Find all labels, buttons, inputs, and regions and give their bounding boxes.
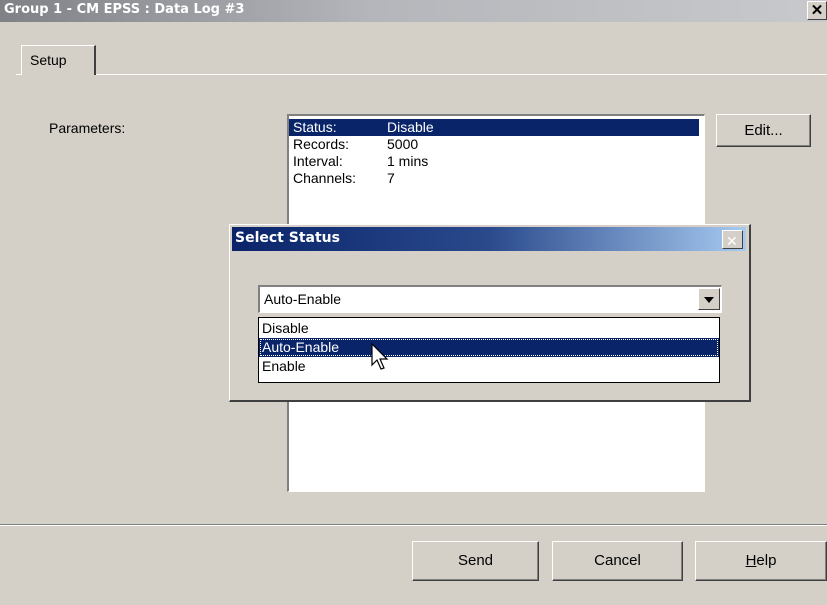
edit-button-label: Edit... xyxy=(744,122,783,139)
status-combobox[interactable]: Auto-Enable xyxy=(258,285,722,313)
close-icon: ✕ xyxy=(726,234,738,250)
status-option-disable[interactable]: Disable xyxy=(259,319,719,338)
status-combobox-value: Auto-Enable xyxy=(264,291,342,307)
param-value: 5000 xyxy=(387,136,419,152)
window-titlebar[interactable]: Group 1 - CM EPSS : Data Log #3 ✕ xyxy=(0,0,827,22)
send-button-label: Send xyxy=(457,552,494,569)
param-value: Disable xyxy=(387,119,434,135)
close-icon: ✕ xyxy=(810,2,824,19)
param-row-records[interactable]: Records: 5000 xyxy=(289,136,699,153)
dialog-titlebar[interactable]: Select Status ✕ xyxy=(232,227,746,251)
window-title: Group 1 - CM EPSS : Data Log #3 xyxy=(4,2,245,17)
help-mnemonic: H xyxy=(745,552,757,569)
footer-separator xyxy=(0,524,827,526)
cancel-button[interactable]: Cancel xyxy=(552,541,683,581)
tab-setup[interactable]: Setup xyxy=(21,45,96,75)
param-key: Interval: xyxy=(293,153,343,169)
param-key: Records: xyxy=(293,136,350,152)
combobox-dropdown-button[interactable] xyxy=(698,288,720,310)
status-option-auto-enable[interactable]: Auto-Enable xyxy=(259,338,719,357)
mouse-pointer-icon xyxy=(371,343,389,370)
parameters-label: Parameters: xyxy=(49,120,126,136)
dialog-close-button[interactable]: ✕ xyxy=(722,230,743,250)
help-button-label: Help xyxy=(745,552,777,569)
help-button[interactable]: Help xyxy=(695,541,827,581)
send-button[interactable]: Send xyxy=(412,541,539,581)
chevron-down-icon xyxy=(704,297,714,303)
edit-button[interactable]: Edit... xyxy=(716,114,811,147)
param-key: Channels: xyxy=(293,170,357,186)
cancel-button-label: Cancel xyxy=(594,552,641,569)
param-value: 1 mins xyxy=(387,153,429,169)
window-close-button[interactable]: ✕ xyxy=(807,1,827,20)
param-row-status[interactable]: Status: Disable xyxy=(289,119,699,136)
status-dropdown-list[interactable]: Disable Auto-Enable Enable xyxy=(258,317,720,383)
param-key: Status: xyxy=(293,119,337,135)
select-status-dialog: Select Status ✕ Auto-Enable Disable Auto… xyxy=(229,224,751,402)
data-log-window: Group 1 - CM EPSS : Data Log #3 ✕ Setup … xyxy=(0,0,827,605)
param-row-interval[interactable]: Interval: 1 mins xyxy=(289,153,699,170)
dialog-title: Select Status xyxy=(235,230,340,246)
param-row-channels[interactable]: Channels: 7 xyxy=(289,170,699,187)
param-value: 7 xyxy=(387,170,395,186)
tab-setup-label: Setup xyxy=(30,52,67,68)
status-option-enable[interactable]: Enable xyxy=(259,357,719,376)
